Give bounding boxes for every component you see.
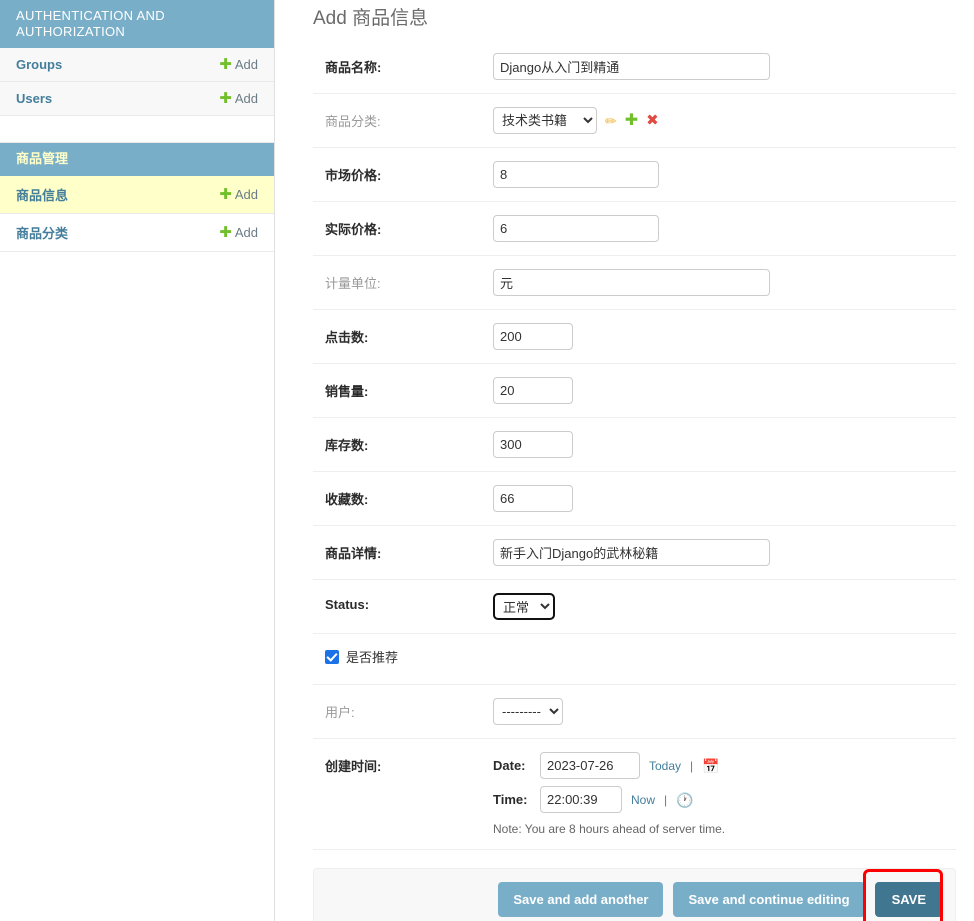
field-label-favorites: 收藏数: (325, 492, 369, 507)
form-row-sales: 销售量: (313, 364, 956, 418)
category-select[interactable]: 技术类书籍 (493, 107, 597, 134)
save-button-wrapper: SAVE (862, 869, 943, 921)
sidebar-module-header-auth: AUTHENTICATION AND AUTHORIZATION (0, 0, 274, 49)
recommend-label: 是否推荐 (346, 650, 399, 665)
form-row-clicks: 点击数: (313, 310, 956, 364)
field-label-created: 创建时间: (325, 759, 382, 774)
form-row-recommend: 是否推荐 (313, 634, 956, 685)
calendar-icon[interactable]: 📅 (702, 759, 719, 773)
plus-icon: ✚ (219, 185, 232, 203)
field-label-stock: 库存数: (325, 438, 369, 453)
time-separator: | (664, 792, 668, 807)
clock-icon[interactable]: 🕐 (676, 793, 693, 807)
today-link[interactable]: Today (649, 759, 681, 773)
name-input[interactable] (493, 53, 770, 80)
market-price-input[interactable] (493, 161, 659, 188)
recommend-checkbox-row[interactable]: 是否推荐 (313, 647, 398, 666)
form-row-created: 创建时间: Date: Today | 📅 Time: (313, 739, 956, 850)
sidebar-add-groups[interactable]: ✚ Add (219, 57, 258, 72)
plus-icon: ✚ (219, 223, 232, 241)
product-form: 商品名称: 商品分类: 技术类书籍 ✏ ✚ ✖ 市场价格: (313, 40, 956, 850)
field-label-user: 用户: (325, 705, 355, 720)
sidebar-add-product-category[interactable]: ✚ Add (219, 225, 258, 240)
time-key: Time: (493, 792, 528, 807)
sidebar-item-product-info[interactable]: 商品信息 ✚ Add (0, 175, 274, 214)
admin-page: AUTHENTICATION AND AUTHORIZATION Groups … (0, 0, 974, 921)
real-price-input[interactable] (493, 215, 659, 242)
date-line: Date: Today | 📅 (493, 752, 725, 779)
sidebar-add-product-info[interactable]: ✚ Add (219, 187, 258, 202)
now-link[interactable]: Now (631, 793, 655, 807)
sidebar-item-product-category[interactable]: 商品分类 ✚ Add (0, 213, 274, 252)
field-label-name: 商品名称: (325, 60, 382, 75)
clicks-input[interactable] (493, 323, 573, 350)
form-row-favorites: 收藏数: (313, 472, 956, 526)
detail-input[interactable] (493, 539, 770, 566)
date-separator: | (690, 758, 694, 773)
field-label-status: Status: (325, 597, 370, 612)
sidebar-item-label: Groups (16, 57, 63, 73)
form-row-name: 商品名称: (313, 40, 956, 94)
page-title: Add 商品信息 (313, 8, 429, 29)
time-input[interactable] (540, 786, 622, 813)
date-input[interactable] (540, 752, 640, 779)
sidebar-item-label: 商品分类 (16, 225, 69, 241)
sidebar-add-label: Add (234, 186, 258, 202)
sidebar-item-label: Users (16, 91, 53, 107)
sidebar-item-groups[interactable]: Groups ✚ Add (0, 48, 274, 83)
submit-row: Save and add another Save and continue e… (313, 868, 956, 921)
delete-related-icon[interactable]: ✖ (646, 113, 659, 128)
datetime-block: Date: Today | 📅 Time: Now | 🕐 (493, 752, 725, 836)
field-label-detail: 商品详情: (325, 546, 382, 561)
form-row-stock: 库存数: (313, 418, 956, 472)
user-select[interactable]: --------- (493, 698, 563, 725)
sidebar-add-label: Add (234, 57, 258, 73)
plus-icon: ✚ (219, 56, 232, 74)
sidebar-item-users[interactable]: Users ✚ Add (0, 82, 274, 117)
save-button[interactable]: SAVE (874, 882, 943, 917)
field-label-market-price: 市场价格: (325, 168, 382, 183)
field-label-sales: 销售量: (325, 384, 369, 399)
sidebar: AUTHENTICATION AND AUTHORIZATION Groups … (0, 0, 275, 921)
field-label-clicks: 点击数: (325, 330, 369, 345)
stock-input[interactable] (493, 431, 573, 458)
content-area: Add 商品信息 商品名称: 商品分类: 技术类书籍 ✏ ✚ ✖ (275, 0, 974, 921)
plus-icon: ✚ (219, 90, 232, 108)
timezone-note: Note: You are 8 hours ahead of server ti… (493, 822, 726, 836)
unit-input[interactable] (493, 269, 770, 296)
date-key: Date: (493, 758, 526, 773)
form-row-unit: 计量单位: (313, 256, 956, 310)
form-row-market-price: 市场价格: (313, 148, 956, 202)
save-and-continue-button[interactable]: Save and continue editing (673, 882, 865, 917)
time-line: Time: Now | 🕐 (493, 786, 725, 813)
form-row-detail: 商品详情: (313, 526, 956, 580)
sidebar-add-users[interactable]: ✚ Add (219, 91, 258, 106)
sidebar-add-label: Add (234, 224, 258, 240)
change-related-icon[interactable]: ✏ (605, 114, 617, 128)
form-row-category: 商品分类: 技术类书籍 ✏ ✚ ✖ (313, 94, 956, 148)
add-related-icon[interactable]: ✚ (625, 112, 638, 129)
form-row-user: 用户: --------- (313, 685, 956, 739)
status-select[interactable]: 正常 (493, 593, 555, 620)
sidebar-module-gap (0, 116, 274, 144)
recommend-checkbox[interactable] (325, 649, 339, 664)
field-label-category: 商品分类: (325, 114, 381, 129)
sales-input[interactable] (493, 377, 573, 404)
form-row-real-price: 实际价格: (313, 202, 956, 256)
sidebar-module-header-products: 商品管理 (0, 143, 274, 176)
field-label-unit: 计量单位: (325, 276, 381, 291)
favorites-input[interactable] (493, 485, 573, 512)
save-and-add-another-button[interactable]: Save and add another (498, 882, 664, 917)
sidebar-add-label: Add (234, 91, 258, 107)
sidebar-item-label: 商品信息 (16, 187, 69, 203)
field-label-real-price: 实际价格: (325, 222, 382, 237)
form-row-status: Status: 正常 (313, 580, 956, 634)
